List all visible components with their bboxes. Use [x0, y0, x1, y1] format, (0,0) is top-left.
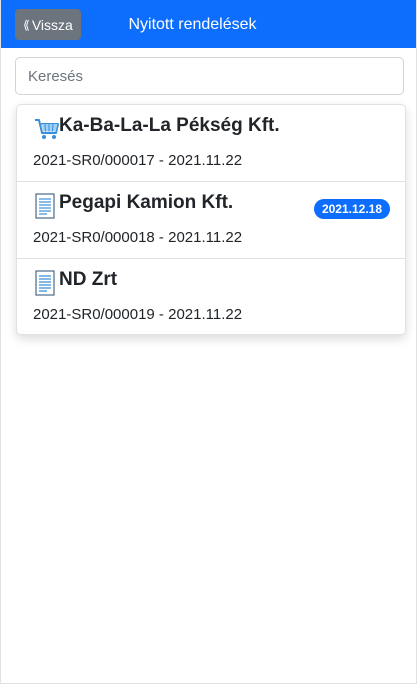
document-icon: [34, 193, 58, 219]
deadline-badge: 2021.12.18: [313, 199, 390, 219]
order-number-date: 2021-SR0/000019 - 2021.11.22: [33, 306, 243, 323]
order-number-date: 2021-SR0/000018 - 2021.11.22: [33, 229, 243, 246]
shopping-cart-icon: [34, 116, 59, 142]
order-customer-name: ND Zrt: [59, 269, 118, 290]
order-customer-name: Ka-Ba-La-La Pékség Kft.: [59, 115, 280, 136]
document-icon: [34, 270, 58, 296]
order-list-item[interactable]: ND Zrt 2021-SR0/000019 - 2021.11.22: [17, 259, 405, 334]
app-frame: ⟪ Vissza Nyitott rendelések Keresés Ka-B…: [0, 0, 417, 684]
order-list-item[interactable]: Pegapi Kamion Kft. 2021.12.18 2021-SR0/0…: [17, 182, 405, 259]
search-input[interactable]: [15, 57, 404, 95]
page-title-text: Nyitott rendelések: [128, 16, 257, 33]
search-container: [15, 57, 404, 95]
order-customer-name: Pegapi Kamion Kft.: [59, 192, 234, 213]
order-list: Ka-Ba-La-La Pékség Kft. 2021-SR0/000017 …: [16, 104, 406, 335]
order-list-item[interactable]: Ka-Ba-La-La Pékség Kft. 2021-SR0/000017 …: [17, 105, 405, 182]
order-number-date: 2021-SR0/000017 - 2021.11.22: [33, 152, 243, 169]
page-title: Nyitott rendelések: [1, 0, 416, 48]
top-bar: ⟪ Vissza Nyitott rendelések: [1, 0, 416, 48]
